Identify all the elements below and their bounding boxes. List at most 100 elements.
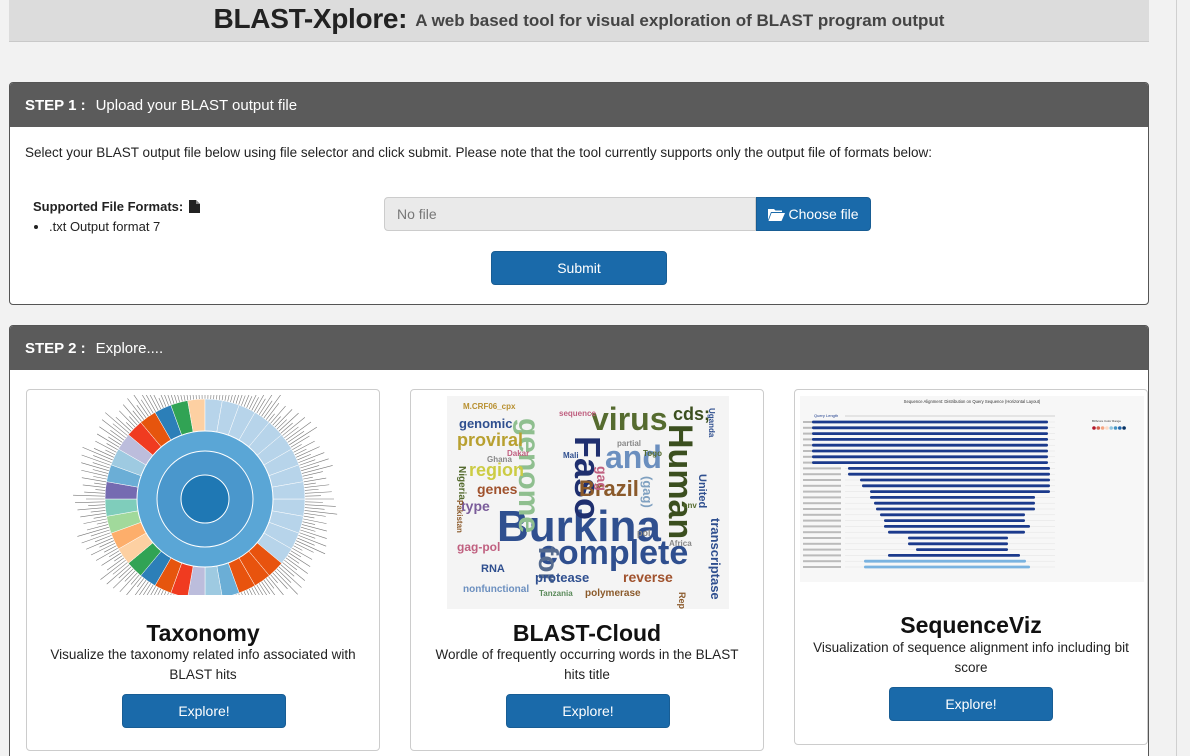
taxon-label-line bbox=[82, 446, 114, 461]
seqviz-row-label bbox=[803, 542, 841, 545]
taxon-label-line bbox=[90, 510, 106, 513]
taxon-label-line bbox=[272, 416, 281, 426]
seqviz-alignment-bar bbox=[916, 548, 1008, 551]
taxon-label-line bbox=[301, 524, 327, 532]
seqviz-scale-dot bbox=[1109, 426, 1113, 430]
seqviz-scale-dot bbox=[1092, 426, 1096, 430]
taxon-label-line bbox=[303, 482, 316, 486]
wordcloud-word: RNA bbox=[481, 563, 505, 575]
taxon-label-line bbox=[198, 395, 200, 400]
seqviz-alignment-bar bbox=[874, 501, 1035, 505]
taxon-label-line bbox=[296, 453, 312, 461]
wordcloud-word: reverse bbox=[623, 569, 673, 585]
taxon-label-line bbox=[232, 395, 236, 404]
supported-formats: Supported File Formats: .txt Output form… bbox=[33, 199, 201, 234]
taxon-label-line bbox=[96, 521, 108, 525]
taxon-label-line bbox=[270, 405, 286, 424]
taxon-label-line bbox=[221, 395, 224, 401]
taxon-label-line bbox=[92, 462, 110, 469]
taxon-label-line bbox=[119, 410, 136, 428]
taxonomy-card: Taxonomy Visualize the taxonomy related … bbox=[26, 389, 380, 751]
step2-label: STEP 2 : bbox=[25, 339, 86, 357]
upload-instructions: Select your BLAST output file below usin… bbox=[25, 145, 932, 160]
taxon-label-line bbox=[80, 512, 107, 518]
explore-sequenceviz-button[interactable]: Explore! bbox=[889, 687, 1053, 721]
taxon-label-line bbox=[126, 576, 142, 595]
explore-blast-cloud-button[interactable]: Explore! bbox=[506, 694, 670, 728]
taxon-label-line bbox=[94, 535, 112, 543]
file-name-field[interactable]: No file bbox=[384, 197, 756, 231]
taxon-label-line bbox=[251, 397, 259, 411]
seqviz-alignment-bar bbox=[812, 449, 1048, 453]
seqviz-row-label bbox=[803, 513, 841, 516]
wordcloud-word: protease bbox=[535, 570, 589, 585]
seqviz-row-label bbox=[803, 537, 841, 539]
seqviz-alignment-bar bbox=[812, 426, 1048, 430]
taxon-label-line bbox=[285, 557, 308, 574]
window-divider bbox=[1176, 0, 1177, 756]
taxon-label-line bbox=[304, 504, 336, 507]
seqviz-alignment-bar bbox=[812, 443, 1048, 447]
app-header: BLAST-Xplore: A web based tool for visua… bbox=[9, 0, 1149, 42]
formats-label: Supported File Formats: bbox=[33, 199, 184, 214]
wordcloud-word: gag-pol bbox=[457, 540, 500, 554]
seqviz-row-label bbox=[803, 508, 841, 510]
taxon-label-line bbox=[93, 455, 112, 463]
seqviz-row-label bbox=[803, 479, 841, 481]
seqviz-scale-dot bbox=[1118, 426, 1122, 430]
taxon-label-line bbox=[300, 465, 320, 472]
seqviz-row-label bbox=[803, 496, 841, 499]
step1-heading: Upload your BLAST output file bbox=[95, 96, 298, 114]
taxon-label-line bbox=[270, 574, 278, 584]
seqviz-alignment-bar bbox=[862, 484, 1050, 488]
taxon-label-line bbox=[290, 550, 302, 558]
seqviz-alignment-bar bbox=[812, 455, 1048, 459]
taxon-label-line bbox=[99, 426, 123, 443]
taxon-label-line bbox=[130, 574, 140, 585]
wordcloud-word: Uganda bbox=[707, 408, 716, 438]
seqviz-scale-dot bbox=[1105, 426, 1109, 430]
taxon-label-line bbox=[119, 572, 138, 593]
taxon-label-line bbox=[95, 489, 106, 491]
taxon-label-line bbox=[294, 448, 307, 456]
wordcloud-word: virus bbox=[591, 401, 667, 437]
taxon-label-line bbox=[246, 396, 253, 409]
wordcloud-word: type bbox=[461, 498, 490, 514]
step1-label: STEP 1 : bbox=[25, 96, 86, 114]
taxon-label-line bbox=[84, 491, 106, 494]
taxon-label-line bbox=[177, 395, 180, 403]
taxon-label-line bbox=[274, 409, 293, 428]
sequenceviz-image: Sequence Alignment: Distribution on Quer… bbox=[800, 396, 1144, 582]
taxon-label-line bbox=[101, 552, 122, 566]
taxon-label-line bbox=[216, 395, 218, 400]
taxon-label-line bbox=[75, 501, 106, 504]
taxon-label-line bbox=[170, 395, 175, 404]
taxon-label-line bbox=[96, 433, 120, 448]
card-description: Visualization of sequence alignment info… bbox=[813, 640, 1129, 675]
seqviz-row-label bbox=[803, 525, 841, 528]
format-item: .txt Output format 7 bbox=[49, 219, 200, 234]
taxon-label-line bbox=[90, 542, 116, 556]
seqviz-alignment-bar bbox=[888, 530, 1025, 534]
taxon-label-line bbox=[86, 537, 114, 550]
taxon-label-line bbox=[304, 491, 332, 494]
taxon-label-line bbox=[73, 494, 106, 497]
seqviz-row-label bbox=[803, 560, 841, 563]
seqviz-alignment-bar bbox=[908, 542, 1008, 546]
submit-button[interactable]: Submit bbox=[491, 251, 667, 285]
taxon-label-line bbox=[248, 395, 257, 410]
seqviz-scale-label: BitScore Color Range bbox=[1092, 419, 1121, 423]
taxon-label-line bbox=[303, 515, 315, 519]
taxon-label-line bbox=[304, 484, 330, 488]
taxon-label-line bbox=[100, 559, 126, 580]
taxon-label-line bbox=[99, 540, 115, 548]
choose-file-button[interactable]: Choose file bbox=[756, 197, 871, 231]
seqviz-alignment-bar bbox=[888, 554, 1020, 557]
explore-taxonomy-button[interactable]: Explore! bbox=[122, 694, 286, 728]
wordcloud-word: United bbox=[696, 474, 708, 508]
taxon-label-line bbox=[124, 570, 136, 582]
step2-panel: STEP 2 : Explore.... Taxonomy Visualize … bbox=[9, 325, 1149, 756]
taxon-label-line bbox=[235, 395, 240, 404]
taxon-label-line bbox=[81, 469, 108, 477]
taxon-label-line bbox=[108, 550, 120, 558]
